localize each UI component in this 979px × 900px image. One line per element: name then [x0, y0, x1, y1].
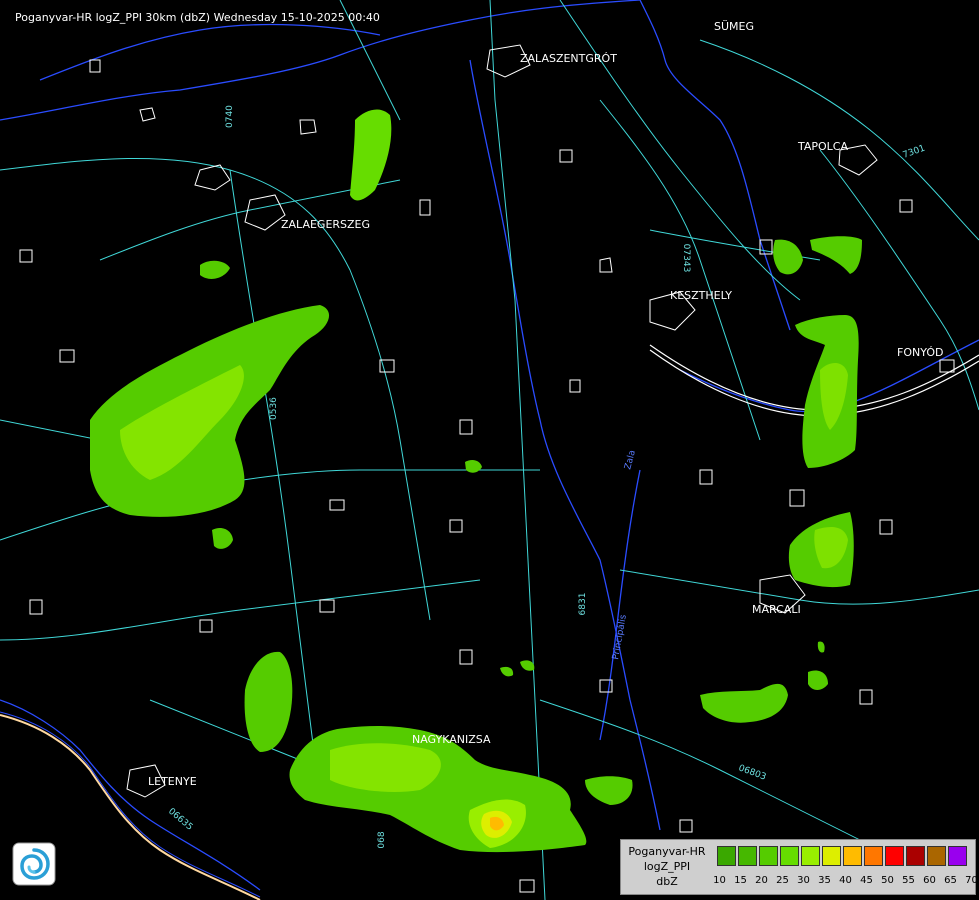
legend-swatch: [906, 846, 925, 866]
legend-name-line2: logZ_PPI: [643, 860, 691, 873]
legend-tick-label: 70: [965, 875, 978, 886]
map-title: Poganyvar-HR logZ_PPI 30km (dbZ) Wednesd…: [15, 11, 380, 24]
legend-tick-label: 35: [818, 875, 831, 886]
legend-swatch: [822, 846, 841, 866]
legend-name-line3: dbZ: [656, 875, 678, 888]
road-label: 0536: [269, 397, 279, 420]
city-label-sumeg: SÜMEG: [714, 20, 754, 33]
legend-tick-label: 45: [860, 875, 873, 886]
city-label-keszthely: KESZTHELY: [670, 289, 732, 302]
legend-tick-label: 50: [881, 875, 894, 886]
city-label-zalaegerszeg: ZALAEGERSZEG: [281, 218, 370, 231]
city-label-zalaszentgrot: ZALASZENTGRÓT: [520, 52, 617, 65]
legend-swatch: [948, 846, 967, 866]
legend-ticks: 10 15 20 25 30 35 40 45 50 55 60 65 70: [709, 875, 979, 886]
legend-tick-label: 15: [734, 875, 747, 886]
legend-tick-label: 65: [944, 875, 957, 886]
city-label-fonyod: FONYÓD: [897, 346, 943, 359]
legend-swatch: [864, 846, 883, 866]
legend-tick-label: 40: [839, 875, 852, 886]
legend-swatches: [717, 846, 969, 866]
road-label: 0740: [225, 105, 235, 128]
legend: Poganyvar-HR logZ_PPI dbZ 10 15 20 25 30 35 40…: [620, 839, 979, 895]
radar-map: 0740 07343 7301 0536 6831 06635 06803 06…: [0, 0, 979, 900]
legend-swatch: [885, 846, 904, 866]
city-label-letenye: LETENYE: [148, 775, 197, 788]
legend-tick-label: 55: [902, 875, 915, 886]
city-label-nagykanizsa: NAGYKANIZSA: [412, 733, 491, 746]
legend-swatch: [843, 846, 862, 866]
legend-name-line1: Poganyvar-HR: [628, 845, 706, 858]
city-label-marcali: MARCALI: [752, 603, 801, 616]
road-label: 068: [377, 831, 387, 848]
legend-tick-label: 20: [755, 875, 768, 886]
legend-swatch: [801, 846, 820, 866]
city-label-tapolca: TAPOLCA: [797, 140, 848, 153]
legend-tick-label: 60: [923, 875, 936, 886]
legend-tick-label: 10: [713, 875, 726, 886]
legend-name: Poganyvar-HR logZ_PPI dbZ: [621, 844, 713, 889]
legend-swatch: [780, 846, 799, 866]
legend-tick-label: 25: [776, 875, 789, 886]
legend-swatch: [738, 846, 757, 866]
legend-swatch: [759, 846, 778, 866]
road-label: 07343: [681, 244, 691, 273]
legend-swatch: [717, 846, 736, 866]
road-label: 6831: [578, 593, 588, 616]
legend-tick-label: 30: [797, 875, 810, 886]
legend-swatch: [927, 846, 946, 866]
swirl-logo-icon: [12, 842, 56, 886]
